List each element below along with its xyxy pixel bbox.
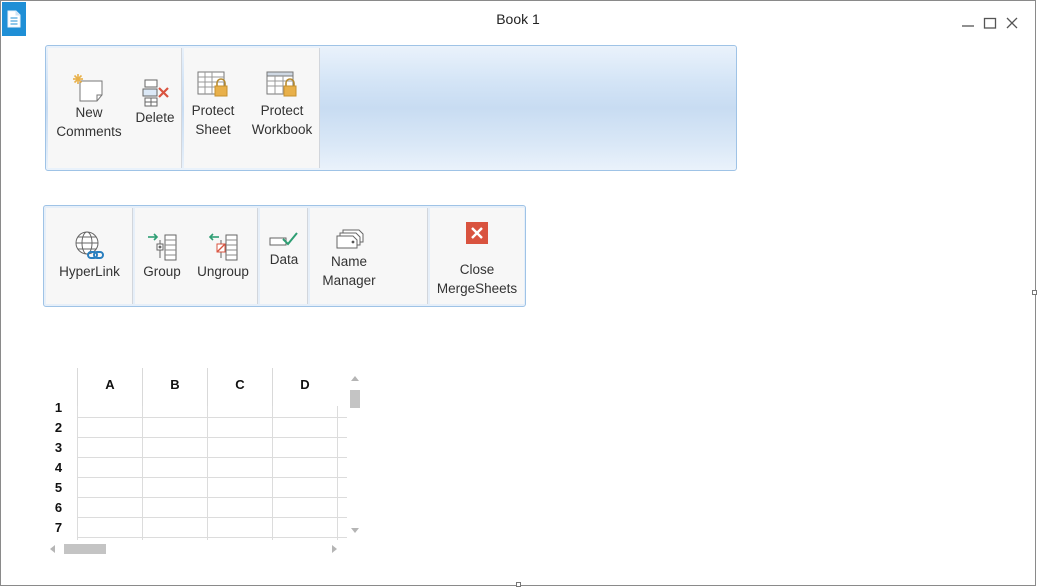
close-red-icon: [466, 222, 488, 244]
new-comments-button[interactable]: New Comments: [51, 73, 127, 141]
horizontal-scroll-thumb[interactable]: [64, 544, 106, 554]
grid-line: [142, 406, 143, 540]
hyperlink-icon: [75, 231, 104, 259]
group-label: Group: [143, 264, 181, 279]
name-manager-label-1: Name: [330, 254, 367, 269]
protect-workbook-icon: [266, 71, 297, 97]
protect-workbook-label-2: Workbook: [251, 122, 313, 137]
column-header-d[interactable]: D: [272, 368, 337, 406]
scroll-down-icon[interactable]: [351, 528, 359, 533]
grid-line: [77, 457, 347, 458]
row-header-4[interactable]: 4: [40, 458, 77, 478]
protect-sheet-icon: [197, 71, 228, 97]
protect-group: Protect Sheet Protect Workbook: [184, 48, 320, 168]
name-manager-label-2: Manager: [322, 273, 376, 288]
close-mergesheets-label-1: Close: [459, 262, 495, 277]
maximize-button[interactable]: [982, 15, 998, 31]
maximize-icon: [983, 17, 997, 29]
row-header-1[interactable]: 1: [40, 398, 77, 418]
grid-line: [207, 406, 208, 540]
data-validation-icon: [269, 232, 298, 246]
minimize-icon: [962, 25, 974, 27]
protect-sheet-button[interactable]: Protect Sheet: [188, 71, 238, 139]
resize-grip-bottom[interactable]: [516, 582, 521, 587]
protect-workbook-label-1: Protect: [260, 103, 304, 118]
spreadsheet-grid: A B C D 1 2 3 4 5 6 7: [40, 368, 370, 558]
vertical-scroll-thumb[interactable]: [350, 390, 360, 408]
name-manager-button[interactable]: Name Manager: [312, 228, 386, 290]
close-icon: [1006, 17, 1018, 29]
grid-line: [77, 437, 347, 438]
row-header-5[interactable]: 5: [40, 478, 77, 498]
data-group: Data: [260, 208, 308, 304]
close-mergesheets-label-2: MergeSheets: [436, 281, 518, 296]
scroll-right-icon[interactable]: [332, 545, 337, 553]
window-title: Book 1: [496, 11, 540, 27]
protect-sheet-label-1: Protect: [191, 103, 235, 118]
protect-workbook-button[interactable]: Protect Workbook: [246, 71, 318, 139]
row-header-7[interactable]: 7: [40, 518, 77, 538]
ungroup-icon: [208, 233, 238, 261]
minimize-button[interactable]: [960, 15, 976, 31]
column-header-a[interactable]: A: [77, 368, 142, 406]
grid-line: [77, 406, 78, 540]
hyperlink-button[interactable]: HyperLink: [48, 230, 131, 281]
outline-group: Group Ungroup: [135, 208, 258, 304]
group-button[interactable]: Group: [137, 232, 187, 281]
resize-grip-right[interactable]: [1032, 290, 1037, 295]
grid-line: [337, 406, 338, 540]
hyperlink-label: HyperLink: [59, 264, 120, 279]
new-comment-icon: [73, 74, 103, 102]
new-comments-label-2: Comments: [56, 124, 122, 139]
grid-line: [77, 517, 347, 518]
delete-button[interactable]: Delete: [130, 78, 180, 127]
scroll-up-icon[interactable]: [351, 376, 359, 381]
row-header-2[interactable]: 2: [40, 418, 77, 438]
grid-line: [77, 417, 347, 418]
protect-sheet-label-2: Sheet: [195, 122, 231, 137]
group-icon: [148, 233, 177, 261]
grid-line: [272, 406, 273, 540]
links-group: HyperLink: [46, 208, 133, 304]
scroll-left-icon[interactable]: [50, 545, 55, 553]
names-group: Name Manager: [310, 208, 428, 304]
ungroup-button[interactable]: Ungroup: [191, 232, 255, 281]
merge-group: Close MergeSheets: [430, 208, 524, 304]
delete-icon: [142, 79, 169, 107]
grid-line: [77, 537, 347, 538]
new-comments-label-1: New: [75, 105, 103, 120]
row-header-6[interactable]: 6: [40, 498, 77, 518]
grid-line: [77, 477, 347, 478]
close-mergesheets-button[interactable]: Close MergeSheets: [430, 220, 524, 298]
review-ribbon: New Comments Delete Protect Sheet Protec…: [45, 45, 737, 171]
comments-group: New Comments Delete: [48, 48, 182, 168]
row-header-3[interactable]: 3: [40, 438, 77, 458]
name-manager-icon: [336, 229, 364, 249]
delete-label: Delete: [135, 110, 175, 125]
horizontal-scrollbar[interactable]: [48, 542, 340, 556]
vertical-scrollbar[interactable]: [347, 372, 363, 538]
column-header-c[interactable]: C: [207, 368, 272, 406]
ungroup-label: Ungroup: [197, 264, 249, 279]
data-label: Data: [269, 252, 299, 267]
insert-ribbon: HyperLink Group Ungroup Data Name Manage…: [43, 205, 526, 307]
column-header-b[interactable]: B: [142, 368, 207, 406]
data-button[interactable]: Data: [261, 230, 307, 269]
grid-line: [77, 497, 347, 498]
close-window-button[interactable]: [1004, 15, 1020, 31]
